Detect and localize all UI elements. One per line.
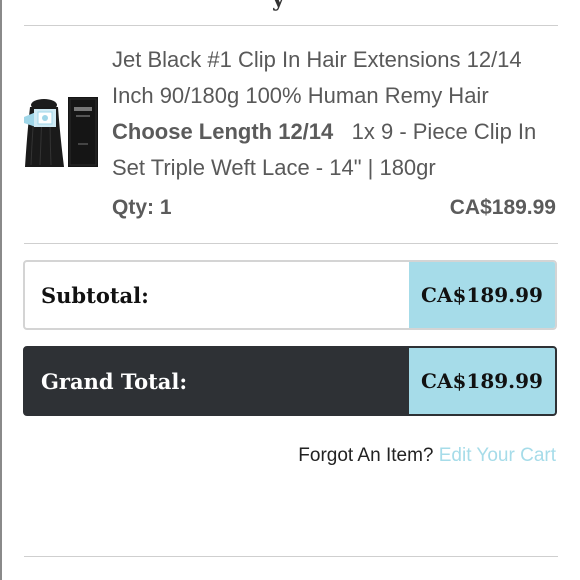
subtotal-row: Subtotal: CA$189.99	[23, 260, 557, 330]
forgot-item-text: Forgot An Item?	[298, 445, 434, 466]
items-divider	[24, 243, 558, 244]
item-price: CA$189.99	[449, 196, 556, 219]
subtotal-label: Subtotal:	[41, 282, 149, 308]
bottom-divider	[24, 556, 558, 557]
grand-total-label: Grand Total:	[41, 368, 188, 394]
panel-left-border	[0, 0, 2, 580]
product-option-label: Choose Length 12/14	[112, 119, 334, 144]
grand-total-row: Grand Total: CA$189.99	[23, 346, 557, 416]
edit-cart-link[interactable]: Edit Your Cart	[439, 445, 556, 466]
product-description: Jet Black #1 Clip In Hair Extensions 12/…	[112, 42, 562, 186]
subtotal-value: CA$189.99	[409, 262, 555, 328]
product-name[interactable]: Jet Black #1 Clip In Hair Extensions 12/…	[112, 47, 522, 108]
order-summary-page: y Jet Black #1 Clip In Hair Extensions 1…	[0, 0, 580, 580]
grand-total-value: CA$189.99	[409, 348, 555, 414]
section-title-partial: y	[272, 0, 285, 12]
forgot-item-prompt: Forgot An Item? Edit Your Cart	[298, 445, 556, 467]
top-divider	[24, 25, 558, 26]
product-thumbnail[interactable]	[22, 95, 102, 170]
hair-extension-product-icon	[24, 97, 98, 167]
quantity-label: Qty: 1	[112, 196, 172, 219]
